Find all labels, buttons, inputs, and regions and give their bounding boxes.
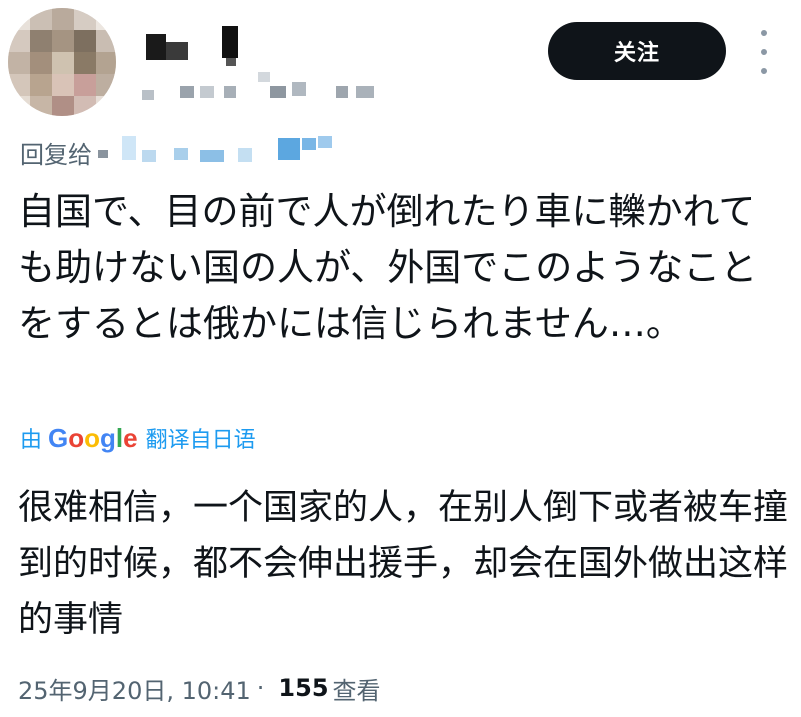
follow-button[interactable]: 关注 (548, 22, 726, 80)
author-name-redacted[interactable] (140, 24, 400, 116)
dot (761, 68, 767, 74)
more-vertical-icon[interactable] (752, 30, 776, 74)
avatar[interactable] (8, 8, 116, 116)
post-timestamp[interactable]: 25年9月20日, 10:41 (18, 671, 251, 706)
post-meta: 25年9月20日, 10:41 · 155 查看 (18, 668, 381, 708)
google-logo: Google (48, 422, 138, 453)
post-original-text: 自国で、目の前で人が倒れたり車に轢かれても助けない国の人が、外国でこのようなこと… (18, 190, 758, 345)
translate-suffix: 翻译自日语 (145, 428, 256, 453)
translate-prefix: 由 (20, 428, 43, 453)
translation-attribution[interactable]: 由 Google 翻译自日语 (20, 420, 256, 456)
views-label: 查看 (332, 676, 381, 705)
post-translated-text: 很难相信，一个国家的人，在别人倒下或者被车撞到的时候，都不会伸出援手，却会在国外… (18, 488, 789, 640)
reply-to-label: 回复给 (20, 140, 92, 169)
dot (761, 49, 767, 55)
reply-post: 关注 回复给 自国で、目の前で人が倒れたり車に轢かれても助けない国の人が、外国で… (0, 0, 801, 717)
dot (761, 30, 767, 36)
view-count: 155 (278, 674, 329, 702)
reply-to-line: 回复给 (20, 132, 346, 172)
reply-to-handle-redacted[interactable] (96, 132, 346, 172)
meta-separator: · (256, 674, 265, 702)
